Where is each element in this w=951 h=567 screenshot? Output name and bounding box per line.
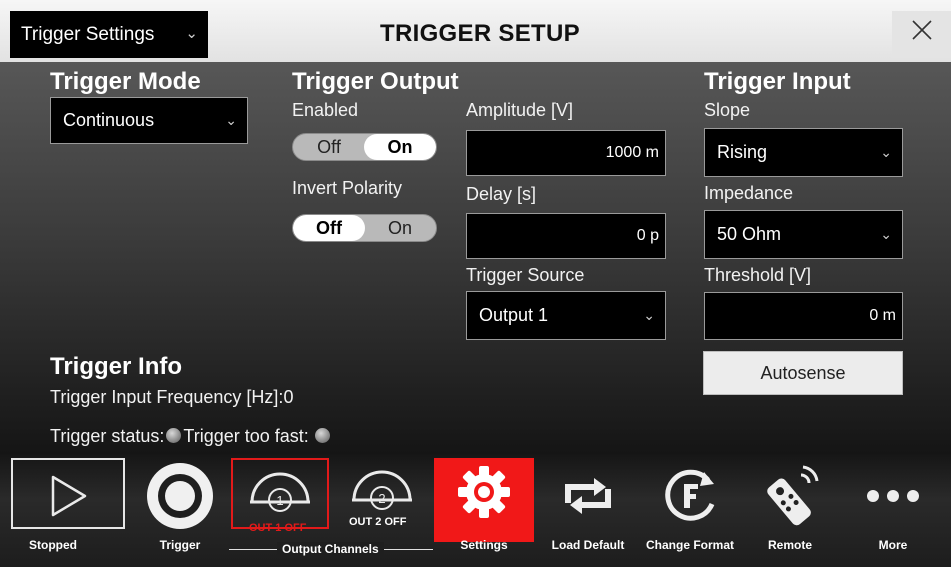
remote-icon <box>767 465 819 526</box>
change-format-label: Change Format <box>645 538 734 552</box>
title-bar: Trigger Settings ⌄ TRIGGER SETUP <box>0 0 951 62</box>
trigger-frequency-value: 0 <box>283 387 294 407</box>
impedance-value: 50 Ohm <box>717 224 782 244</box>
trigger-source-value: Output 1 <box>479 305 549 325</box>
threshold-input[interactable]: 0 m <box>704 292 903 340</box>
bottom-toolbar: Stopped Trigger 1 OUT 1 OFF 2 OUT 2 OFF … <box>0 454 951 567</box>
trigger-frequency-label: Trigger Input Frequency [Hz]: <box>50 387 284 407</box>
output2-number: 2 <box>378 491 385 506</box>
trigger-input-heading: Trigger Input <box>704 68 851 95</box>
play-icon <box>51 475 87 517</box>
enabled-off-option[interactable]: Off <box>293 134 365 160</box>
delay-value: 0 p <box>636 227 659 244</box>
trigger-status-row: Trigger status: Trigger too fast: <box>50 426 332 447</box>
delay-label: Delay [s] <box>466 184 537 204</box>
amplitude-label: Amplitude [V] <box>466 100 574 120</box>
load-default-button[interactable]: Load Default <box>540 454 636 567</box>
trigger-settings-panel: Trigger Mode Continuous ⌄ Trigger Output… <box>0 62 951 454</box>
slope-label: Slope <box>704 100 751 120</box>
impedance-label: Impedance <box>704 183 794 203</box>
slope-value: Rising <box>717 142 768 162</box>
trigger-output-heading: Trigger Output <box>292 68 459 95</box>
amplitude-input[interactable]: 1000 m <box>466 130 666 176</box>
slope-select[interactable]: Rising ⌄ <box>704 128 903 177</box>
amplitude-value: 1000 m <box>605 144 659 161</box>
settings-label: Settings <box>460 538 508 552</box>
trigger-button[interactable]: Trigger <box>130 454 230 567</box>
load-default-label: Load Default <box>551 538 625 552</box>
trigger-status-led-icon <box>166 428 182 443</box>
trigger-mode-value: Continuous <box>63 110 155 130</box>
trigger-too-fast-led-icon <box>314 428 330 443</box>
chevron-down-icon: ⌄ <box>225 111 237 128</box>
output1-status: OUT 1 OFF <box>249 522 307 534</box>
trigger-label: Trigger <box>159 538 201 552</box>
enabled-toggle[interactable]: Off On <box>292 133 437 161</box>
threshold-value: 0 m <box>869 307 896 324</box>
chevron-down-icon: ⌄ <box>185 25 198 42</box>
record-icon <box>147 463 213 529</box>
close-icon <box>911 20 932 40</box>
settings-menu-value: Trigger Settings <box>21 24 155 45</box>
trigger-status-label: Trigger status: <box>50 426 165 446</box>
invert-polarity-toggle[interactable]: Off On <box>292 214 437 242</box>
output-channels-label: Output Channels <box>277 542 384 556</box>
stopped-button[interactable]: Stopped <box>0 454 136 567</box>
output1-gauge-icon: 1 <box>250 472 310 512</box>
trigger-mode-heading: Trigger Mode <box>50 68 201 95</box>
invert-off-option[interactable]: Off <box>293 215 365 241</box>
window-title: TRIGGER SETUP <box>380 20 580 47</box>
stopped-label: Stopped <box>29 538 77 552</box>
chevron-down-icon: ⌄ <box>880 225 892 242</box>
load-default-icon <box>565 478 611 514</box>
gear-icon <box>458 466 510 518</box>
trigger-too-fast-label: Trigger too fast: <box>183 426 309 446</box>
output1-button[interactable]: 1 OUT 1 OFF <box>231 458 329 534</box>
trigger-source-select[interactable]: Output 1 ⌄ <box>466 291 666 340</box>
more-icon <box>867 490 919 502</box>
invert-on-option[interactable]: On <box>364 215 436 241</box>
remote-button[interactable]: Remote <box>742 454 838 567</box>
output2-gauge-icon: 2 <box>352 470 412 510</box>
trigger-frequency-row: Trigger Input Frequency [Hz]:0 <box>50 387 293 408</box>
remote-label: Remote <box>767 538 812 552</box>
delay-input[interactable]: 0 p <box>466 213 666 259</box>
invert-polarity-label: Invert Polarity <box>292 178 403 198</box>
change-format-button[interactable]: Change Format <box>640 454 740 567</box>
chevron-down-icon: ⌄ <box>880 143 892 160</box>
change-format-icon <box>665 469 715 521</box>
more-button[interactable]: More <box>843 454 943 567</box>
output2-status: OUT 2 OFF <box>349 516 407 528</box>
enabled-label: Enabled <box>292 100 359 120</box>
more-label: More <box>878 538 908 552</box>
chevron-down-icon: ⌄ <box>643 306 655 323</box>
trigger-source-label: Trigger Source <box>466 265 585 285</box>
enabled-on-option[interactable]: On <box>364 134 436 160</box>
close-button[interactable] <box>892 11 951 58</box>
trigger-mode-select[interactable]: Continuous ⌄ <box>50 97 248 144</box>
settings-button[interactable] <box>434 458 534 542</box>
settings-menu-dropdown[interactable]: Trigger Settings ⌄ <box>10 11 208 58</box>
threshold-label: Threshold [V] <box>704 265 812 285</box>
impedance-select[interactable]: 50 Ohm ⌄ <box>704 210 903 259</box>
output1-number: 1 <box>276 493 283 508</box>
autosense-button[interactable]: Autosense <box>703 351 903 395</box>
trigger-info-heading: Trigger Info <box>50 353 182 380</box>
